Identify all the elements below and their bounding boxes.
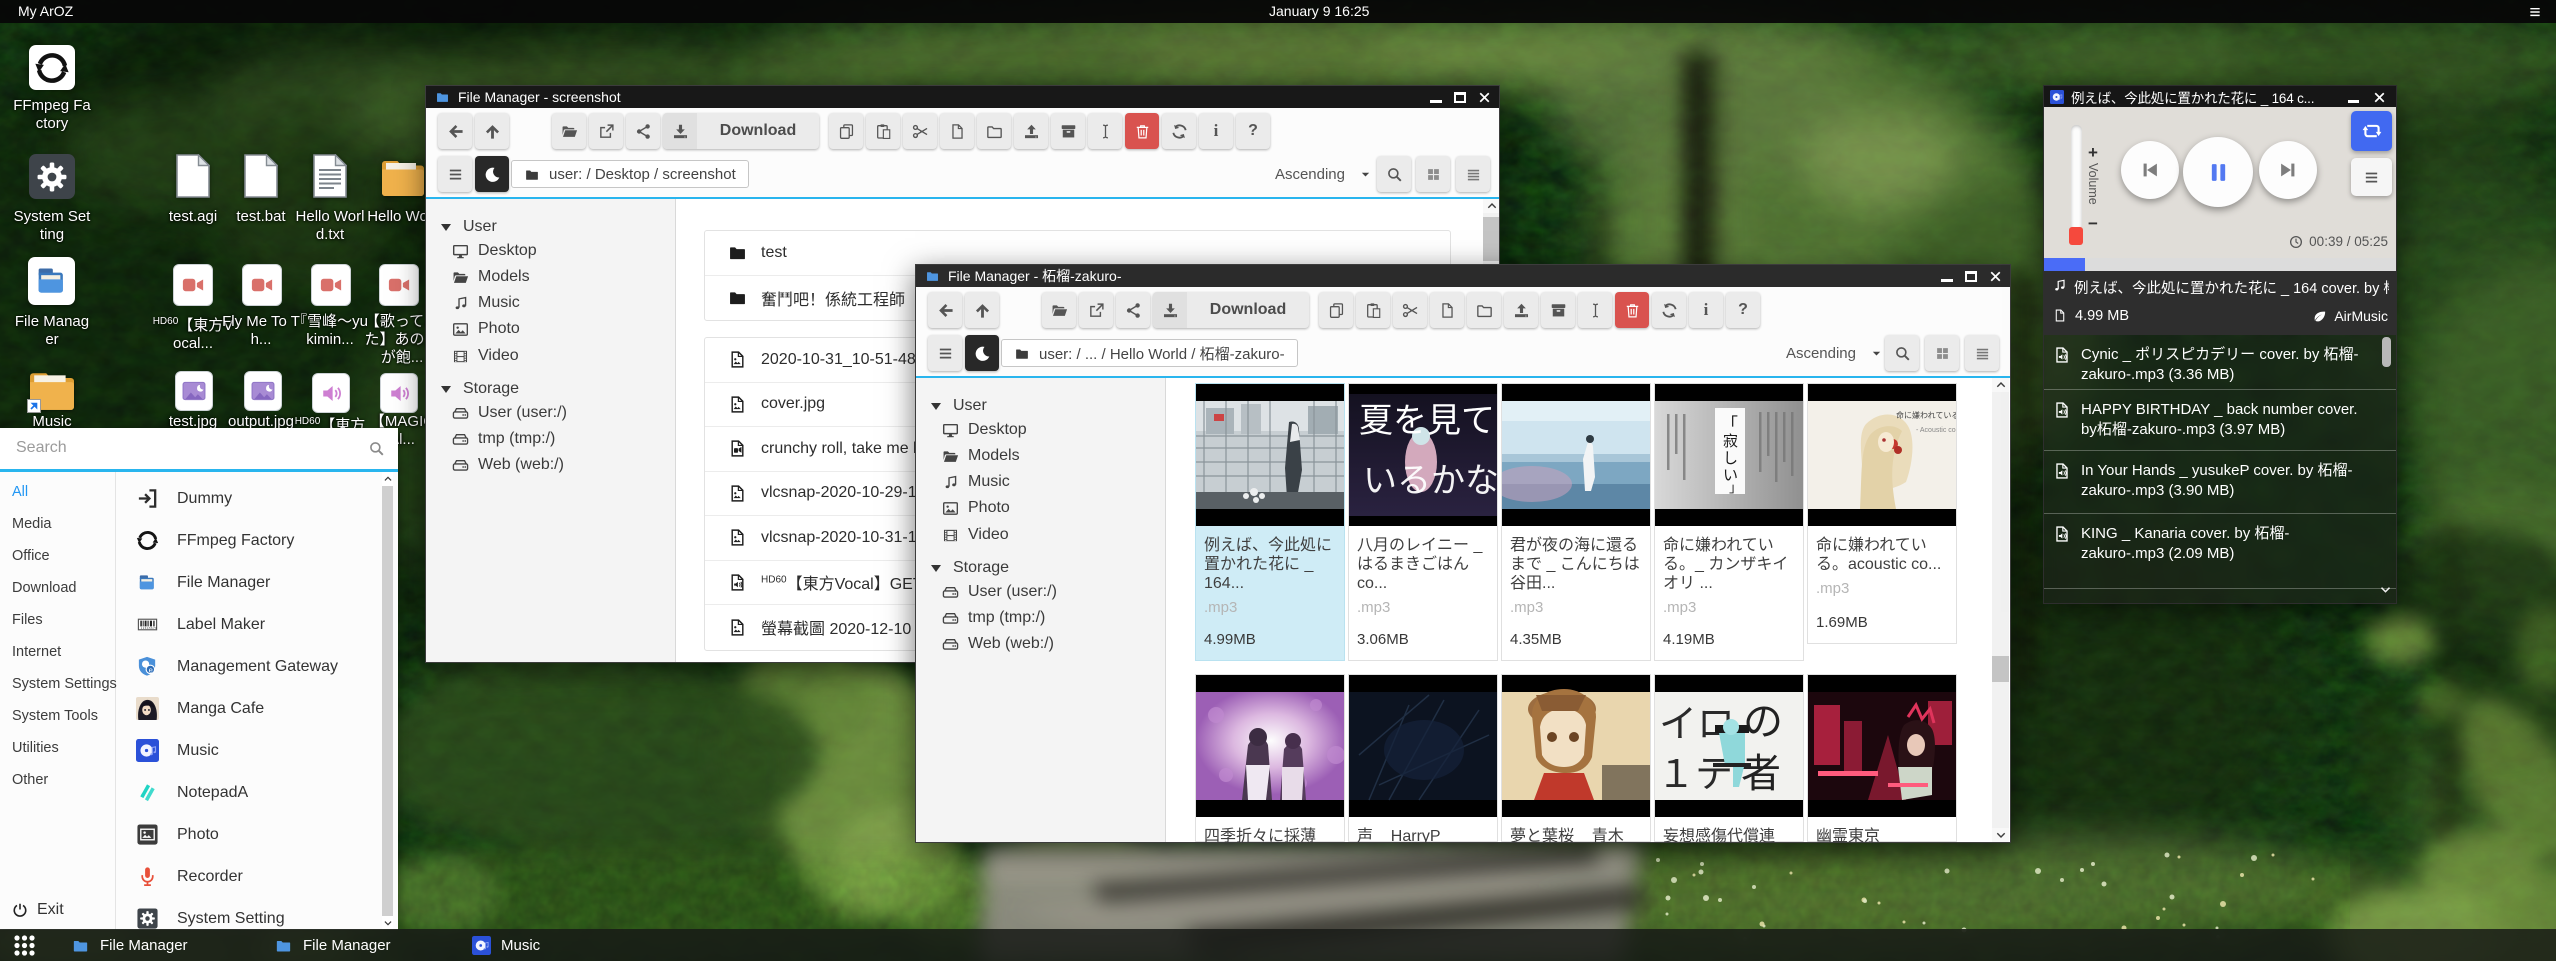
svg-text:し: し: [1723, 450, 1738, 467]
svg-text:e: e: [149, 665, 153, 674]
svg-text:の: の: [1743, 700, 1783, 744]
svg-text:者: 者: [1741, 752, 1781, 796]
svg-text:いるかな: いるかな: [1363, 462, 1497, 500]
svg-text:夏を見て: 夏を見て: [1359, 402, 1495, 440]
svg-text:- Acoustic co: - Acoustic co: [1916, 427, 1956, 434]
svg-text:「: 「: [1721, 415, 1738, 434]
svg-text:命に嫌われている。: 命に嫌われている。: [1896, 410, 1956, 420]
svg-text:１テ: １テ: [1657, 754, 1733, 796]
svg-text:寂: 寂: [1723, 433, 1738, 450]
svg-text:1 2 3 4 5 6 7 8: 1 2 3 4 5 6 7 8: [141, 627, 158, 630]
svg-text:」: 」: [1729, 480, 1742, 495]
